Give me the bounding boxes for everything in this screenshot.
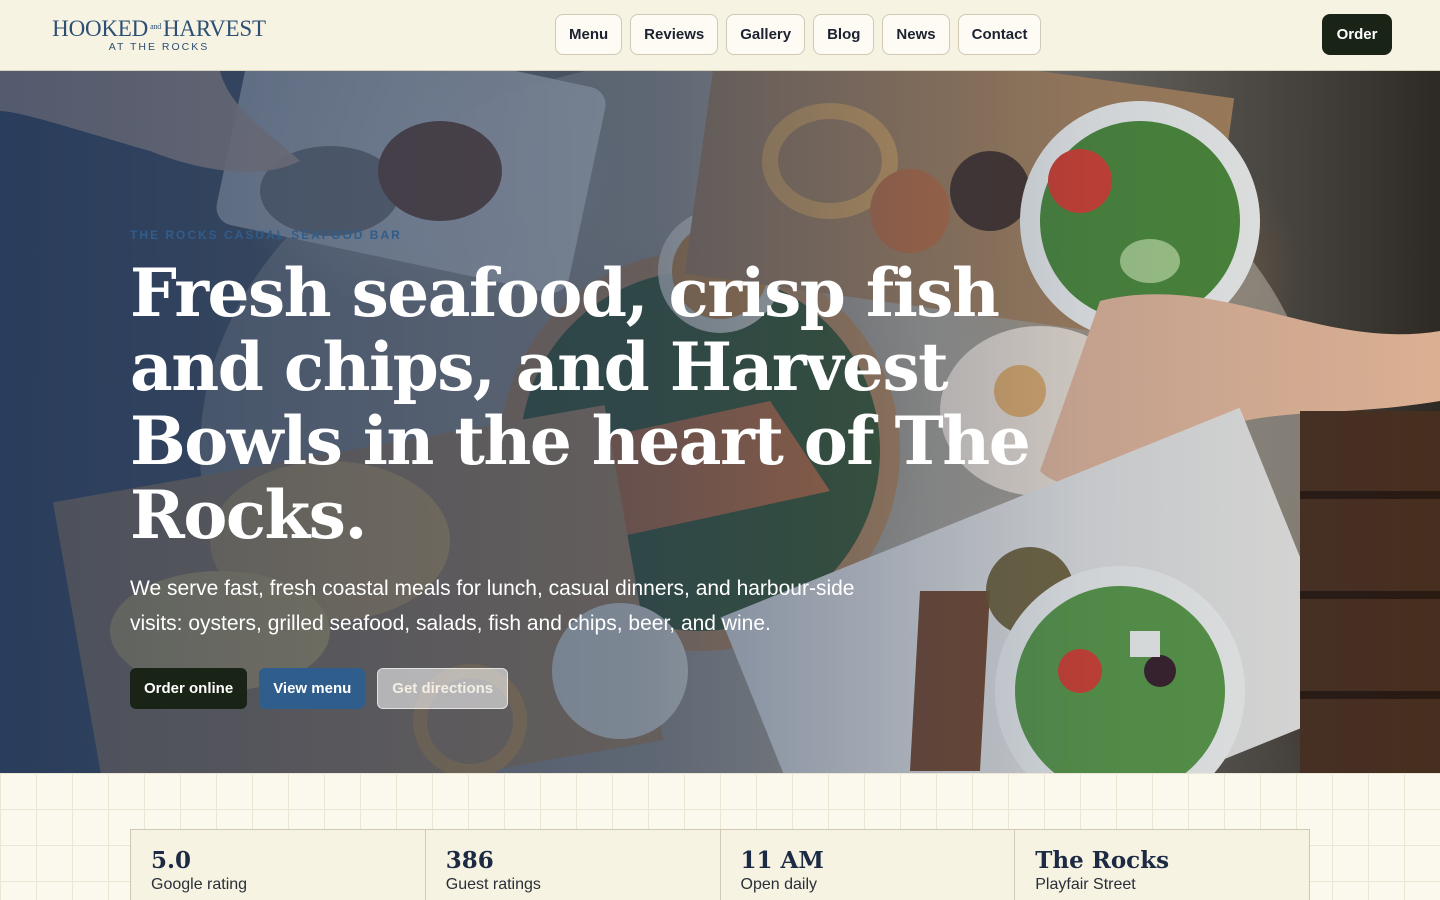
stat-label: Guest ratings (445, 876, 541, 893)
nav-reviews[interactable]: Reviews (630, 14, 719, 55)
logo-subtitle: AT THE ROCKS (108, 41, 210, 53)
nav-gallery[interactable]: Gallery (726, 14, 806, 55)
nav-menu[interactable]: Menu (555, 14, 623, 55)
stat-value: 386 (445, 847, 494, 874)
stat-value: 5.0 (151, 847, 192, 874)
get-directions-button[interactable]: Get directions (377, 668, 509, 709)
nav-contact[interactable]: Contact (957, 14, 1042, 55)
nav-news[interactable]: News (882, 14, 950, 55)
hero-cta-row: Order online View menu Get directions (130, 668, 509, 709)
order-button[interactable]: Order (1322, 14, 1392, 55)
logo-word-and: and (150, 22, 162, 31)
stat-opening-time: 11 AM Open daily (721, 830, 1016, 900)
stat-label: Google rating (151, 876, 248, 893)
stats-bar: 5.0 Google rating 386 Guest ratings 11 A… (130, 829, 1310, 900)
logo-main: HOOKED andHARVEST (48, 15, 270, 41)
stat-label: Open daily (740, 876, 818, 893)
hero-eyebrow: THE ROCKS CASUAL SEAFOOD BAR (130, 228, 402, 242)
stat-value: 11 AM (740, 847, 824, 874)
logo-word-hooked: HOOKED (52, 16, 149, 41)
hero-headline: Fresh seafood, crisp fish and chips, and… (130, 254, 1031, 554)
site-header: HOOKED andHARVEST AT THE ROCKS Menu Revie… (0, 0, 1440, 71)
logo[interactable]: HOOKED andHARVEST AT THE ROCKS (48, 15, 270, 55)
logo-word-harvest: HARVEST (163, 16, 266, 41)
hero-subtext: We serve fast, fresh coastal meals for l… (130, 577, 855, 635)
stat-guest-ratings: 386 Guest ratings (426, 830, 721, 900)
order-online-button[interactable]: Order online (130, 668, 248, 709)
stat-label: Playfair Street (1035, 876, 1136, 893)
main-nav: Menu Reviews Gallery Blog News Contact (555, 14, 1042, 55)
stat-location: The Rocks Playfair Street (1015, 830, 1309, 900)
stat-google-rating: 5.0 Google rating (131, 830, 426, 900)
stat-value: The Rocks (1035, 847, 1170, 874)
hero: THE ROCKS CASUAL SEAFOOD BAR Fresh seafo… (0, 71, 1440, 773)
view-menu-button[interactable]: View menu (259, 668, 366, 709)
nav-blog[interactable]: Blog (813, 14, 875, 55)
